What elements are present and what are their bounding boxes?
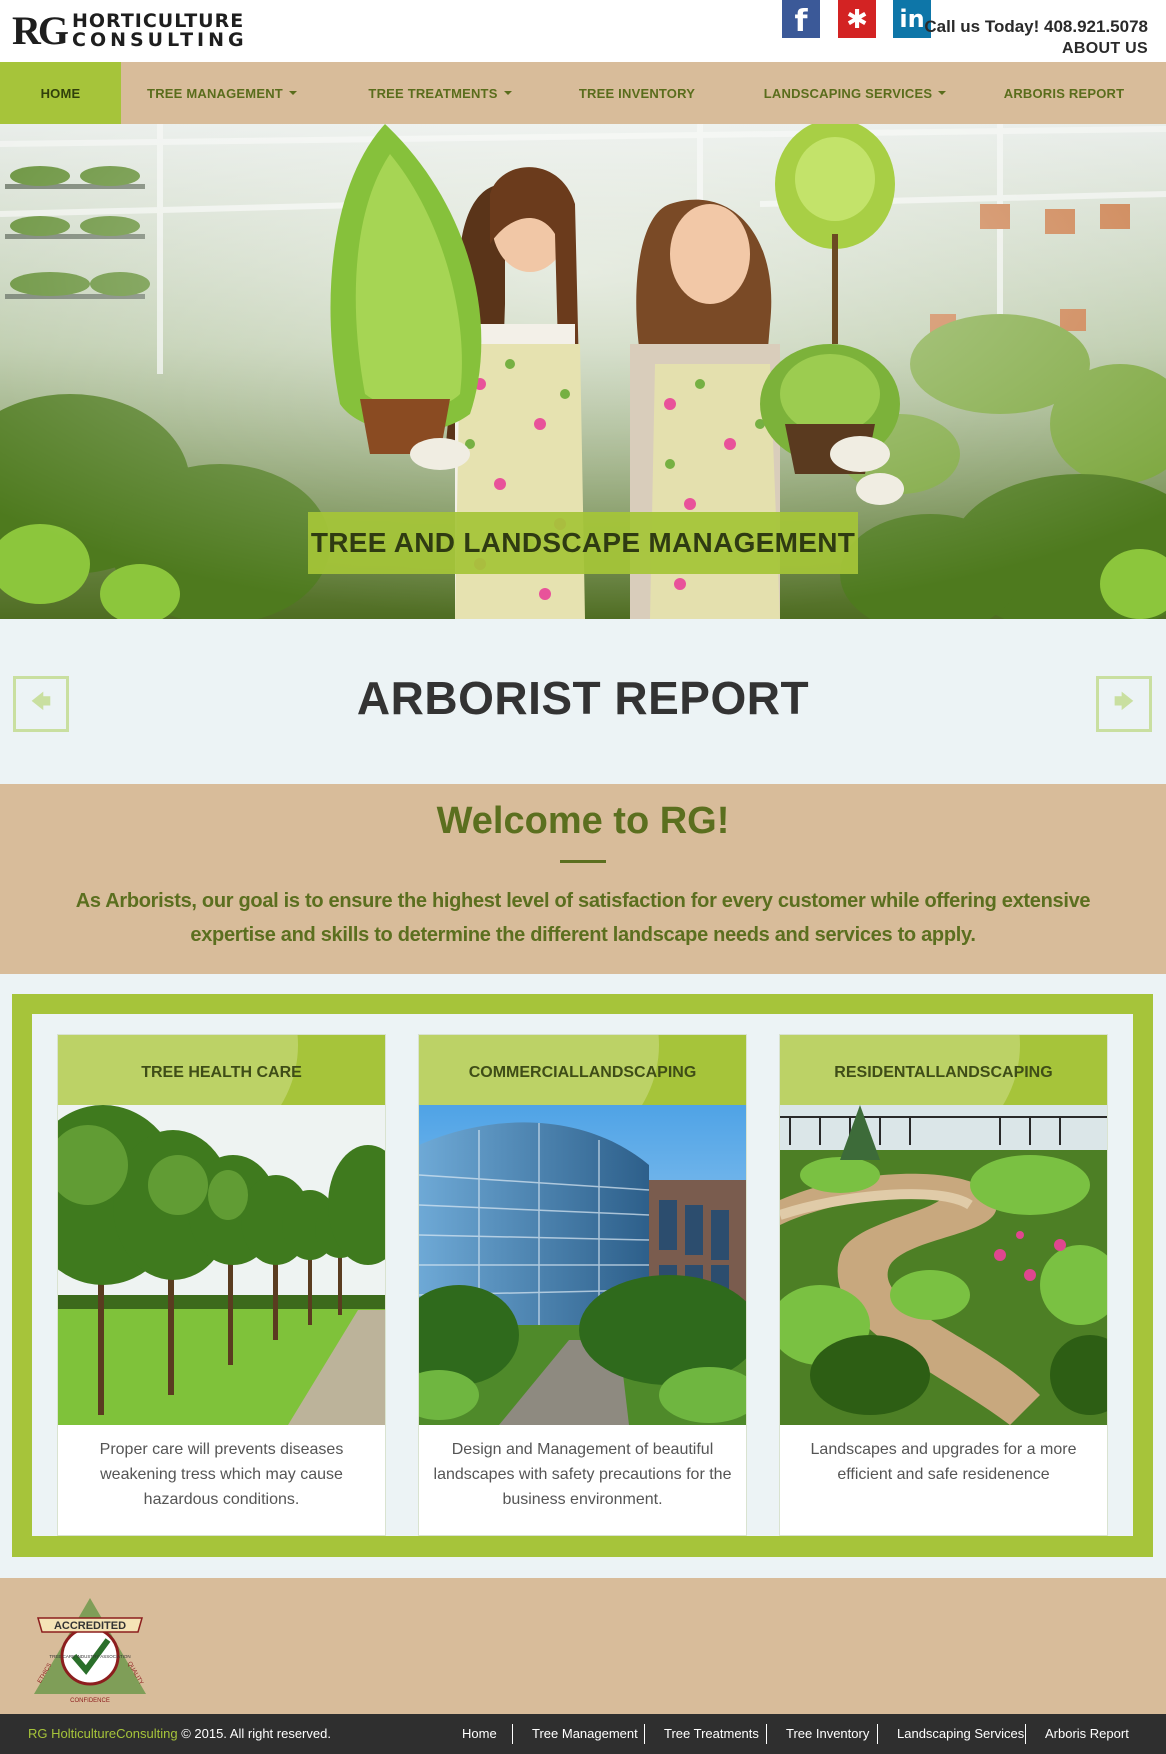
services-section: TREE HEALTH CARE Proper care will preven… xyxy=(12,994,1153,1557)
service-card-residental-landscaping[interactable]: RESIDENTAL LANDSCAPING Landscapes and up… xyxy=(779,1034,1108,1536)
footer-link-arboris-report[interactable]: Arboris Report xyxy=(1045,1726,1129,1741)
nav-item-label: LANDSCAPING SERVICES xyxy=(763,85,933,101)
footer-link-tree-management[interactable]: Tree Management xyxy=(532,1726,638,1741)
card-header: RESIDENTAL LANDSCAPING xyxy=(780,1035,1107,1105)
nav-item-label: TREE MANAGEMENT xyxy=(147,85,283,101)
services-panel: TREE HEALTH CARE Proper care will preven… xyxy=(32,1014,1133,1536)
footer-separator xyxy=(644,1724,645,1744)
footer-link-home[interactable]: Home xyxy=(462,1726,497,1741)
card-title-line-2: LANDSCAPING xyxy=(578,1063,697,1081)
badge-bottom-text: CONFIDENCE xyxy=(70,1698,110,1704)
logo-line-2: CONSULTING xyxy=(72,29,248,51)
footer-bar: RG HolticultureConsulting © 2015. All ri… xyxy=(0,1714,1166,1754)
card-description: Landscapes and upgrades for a more effic… xyxy=(810,1441,1077,1483)
badge-org-text: TREE CARE INDUSTRY ASSOCIATION xyxy=(49,1654,130,1659)
footer-link-tree-inventory[interactable]: Tree Inventory xyxy=(786,1726,869,1741)
card-header: TREE HEALTH CARE xyxy=(58,1035,385,1105)
welcome-divider xyxy=(560,860,606,863)
welcome-body: As Arborists, our goal is to ensure the … xyxy=(75,890,1091,946)
footer-separator xyxy=(877,1724,878,1744)
tcia-accredited-badge[interactable]: ACCREDITED TREE CARE INDUSTRY ASSOCIATIO… xyxy=(28,1594,152,1706)
service-card-commercial-landscaping[interactable]: COMMERCIAL LANDSCAPING Design and Manage… xyxy=(418,1034,747,1536)
card-title: RESIDENTAL LANDSCAPING xyxy=(780,1035,1107,1105)
facebook-icon[interactable]: f xyxy=(782,0,820,39)
nav-item-label: ARBORIS REPORT xyxy=(1003,85,1125,101)
nav-item-tree-management[interactable]: TREE MANAGEMENT xyxy=(121,62,323,124)
footer-links: Home Tree Management Tree Treatments Tre… xyxy=(0,1714,1166,1754)
footer-link-landscaping-services[interactable]: Landscaping Services xyxy=(897,1726,1024,1741)
card-title-line-1: COMMERCIAL xyxy=(468,1063,579,1081)
badge-accredited-text: ACCREDITED xyxy=(54,1620,126,1632)
hero-banner: TREE AND LANDSCAPE MANAGEMENT xyxy=(0,124,1166,619)
main-nav: HOME TREE MANAGEMENT TREE TREATMENTS TRE… xyxy=(0,62,1166,124)
site-header: RG HORTICULTURE CONSULTING f ✱ in Call u… xyxy=(0,0,1166,62)
header-contact: Call us Today! 408.921.5078 ABOUT US xyxy=(924,16,1148,60)
welcome-heading: Welcome to RG! xyxy=(436,800,730,842)
footer-link-tree-treatments[interactable]: Tree Treatments xyxy=(664,1726,759,1741)
logo-mark: RG xyxy=(12,8,69,53)
slider-title: ARBORIST REPORT xyxy=(356,672,810,724)
nav-item-arboris-report[interactable]: ARBORIS REPORT xyxy=(993,62,1135,124)
card-description: Design and Management of beautiful lands… xyxy=(433,1441,732,1508)
footer-separator xyxy=(766,1724,767,1744)
card-description: Proper care will prevents diseases weake… xyxy=(99,1441,344,1508)
residental-landscaping-image xyxy=(780,1105,1107,1425)
slider-next-button[interactable]: 🡆 xyxy=(1096,676,1152,732)
nav-item-label: TREE INVENTORY xyxy=(578,85,696,101)
card-header: COMMERCIAL LANDSCAPING xyxy=(419,1035,746,1105)
card-title: TREE HEALTH CARE xyxy=(141,1063,302,1081)
logo-wordmark: HORTICULTURE CONSULTING xyxy=(72,12,248,50)
footer-accreditation: ACCREDITED TREE CARE INDUSTRY ASSOCIATIO… xyxy=(0,1578,1166,1714)
nav-item-label: TREE TREATMENTS xyxy=(368,85,498,101)
card-title-line-2: LANDSCAPING xyxy=(935,1063,1053,1081)
hero-caption: TREE AND LANDSCAPE MANAGEMENT xyxy=(308,512,858,574)
about-us-link[interactable]: ABOUT US xyxy=(924,38,1148,60)
caret-down-icon xyxy=(938,91,947,95)
arborist-report-slider: 🡄 ARBORIST REPORT 🡆 xyxy=(0,619,1166,784)
nav-item-label: HOME xyxy=(40,85,81,101)
logo[interactable]: RG HORTICULTURE CONSULTING xyxy=(12,9,248,53)
commercial-landscaping-image xyxy=(419,1105,746,1425)
tree-health-care-image xyxy=(58,1105,385,1425)
footer-separator xyxy=(512,1724,513,1744)
footer-separator xyxy=(1025,1724,1026,1744)
caret-down-icon xyxy=(288,91,297,95)
welcome-section: Welcome to RG! As Arborists, our goal is… xyxy=(0,784,1166,974)
nav-item-landscaping-services[interactable]: LANDSCAPING SERVICES xyxy=(717,62,993,124)
caret-down-icon xyxy=(503,91,512,95)
card-title-line-1: RESIDENTAL xyxy=(834,1063,936,1081)
nav-item-tree-inventory[interactable]: TREE INVENTORY xyxy=(557,62,717,124)
arrow-right-icon: 🡆 xyxy=(1113,691,1135,713)
nav-item-tree-treatments[interactable]: TREE TREATMENTS xyxy=(323,62,557,124)
card-title: COMMERCIAL LANDSCAPING xyxy=(419,1035,746,1105)
service-card-tree-health-care[interactable]: TREE HEALTH CARE Proper care will preven… xyxy=(57,1034,386,1536)
yelp-icon[interactable]: ✱ xyxy=(838,0,876,38)
nav-item-home[interactable]: HOME xyxy=(0,62,121,124)
call-us-text[interactable]: Call us Today! 408.921.5078 xyxy=(924,17,1148,36)
